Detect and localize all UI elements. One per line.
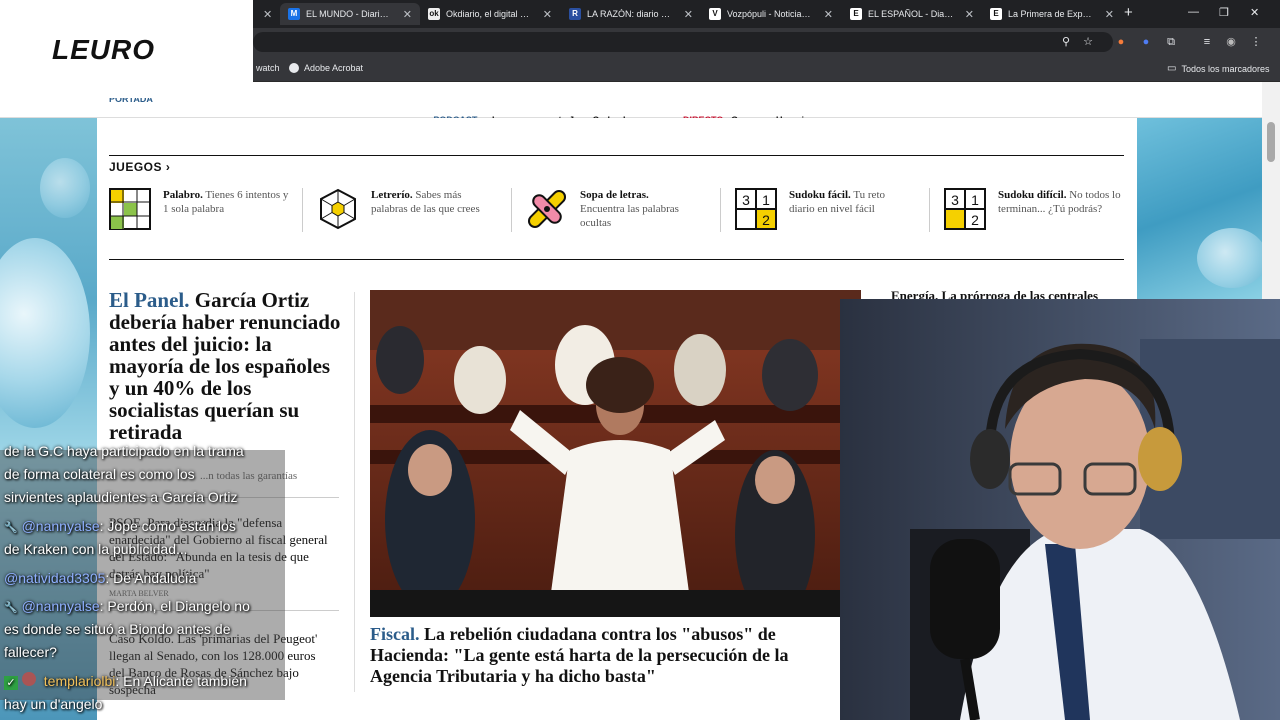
wrench-badge-icon: 🔧 xyxy=(4,602,18,614)
palabro-grid-icon xyxy=(109,188,151,230)
streamer-webcam-image xyxy=(840,299,1280,720)
column-divider xyxy=(354,292,355,692)
tab-el-mundo[interactable]: M EL MUNDO - Diario onlin ✕ xyxy=(280,3,420,25)
game-separator xyxy=(302,188,303,232)
game-letrerio[interactable]: Letrerío. Sabes más palabras de las que … xyxy=(317,188,517,232)
extension-icon[interactable]: ● xyxy=(1139,35,1153,49)
screen: M EL MUNDO - Diario onlin ✕ ok Okdiario,… xyxy=(0,0,1280,720)
url-field[interactable] xyxy=(253,32,1113,52)
chevron-right-icon: › xyxy=(165,160,171,174)
hero-photo[interactable] xyxy=(370,290,861,617)
chat-username: templariolbi xyxy=(43,673,116,689)
extension-icon[interactable]: ● xyxy=(1114,35,1128,49)
close-tab-icon[interactable]: ✕ xyxy=(1105,8,1114,21)
fish-image xyxy=(0,238,90,428)
window-close-icon[interactable]: ✕ xyxy=(1250,6,1259,19)
bookmark-watch[interactable]: watch xyxy=(256,63,280,73)
wrench-badge-icon: 🔧 xyxy=(4,522,18,534)
sudoku-icon: 3 1 2 xyxy=(944,188,986,230)
extensions-puzzle-icon[interactable]: ⧉ xyxy=(1164,35,1178,49)
hero-headline[interactable]: Fiscal. La rebelión ciudadana contra los… xyxy=(370,624,830,687)
checkmark-badge-icon: ✓ xyxy=(4,676,18,690)
webcam-feed xyxy=(840,299,1280,720)
close-tab-icon[interactable]: ✕ xyxy=(965,8,974,21)
panel-headline[interactable]: El Panel. García Ortiz debería haber ren… xyxy=(109,289,345,443)
el-espanol-favicon-icon: E xyxy=(850,8,862,20)
restore-icon[interactable]: ❐ xyxy=(1219,6,1229,19)
leuro-logo: LEURO xyxy=(52,34,155,65)
profile-avatar-icon[interactable]: ◉ xyxy=(1224,35,1238,49)
section-divider xyxy=(109,155,1124,156)
sudoku-digit: 2 xyxy=(762,212,770,228)
page-scrollbar[interactable] xyxy=(1262,82,1280,299)
sudoku-digit: 2 xyxy=(971,212,979,228)
sudoku-digit: 3 xyxy=(742,192,750,208)
chat-username: @nannyalse xyxy=(21,518,100,534)
chat-message: 🔧 @nannyalse: Perdón, el Diangelo no xyxy=(4,598,250,614)
game-separator xyxy=(929,188,930,232)
tab-la-razon[interactable]: R LA RAZÓN: diario de noti ✕ xyxy=(561,3,701,25)
vozpopuli-favicon-icon: V xyxy=(709,8,721,20)
sopa-de-letras-icon xyxy=(526,188,568,230)
section-divider xyxy=(109,259,1124,260)
user-avatar-icon xyxy=(21,672,36,686)
globe-icon xyxy=(289,63,299,73)
bookmark-star-icon[interactable]: ☆ xyxy=(1081,35,1095,49)
chat-message: de forma colateral es como los xyxy=(4,466,195,482)
game-sudoku-facil[interactable]: 3 1 2 Sudoku fácil. Tu reto diario en ni… xyxy=(735,188,935,232)
chat-message: 🔧 @nannyalse: Jope como están los xyxy=(4,518,236,534)
sudoku-digit: 1 xyxy=(762,192,770,208)
new-tab-icon[interactable]: + xyxy=(1124,4,1133,21)
zoom-icon[interactable]: ⚲ xyxy=(1059,35,1073,49)
letrerio-hexagon-icon xyxy=(317,188,359,230)
close-tab-icon[interactable]: ✕ xyxy=(543,8,552,21)
juegos-heading[interactable]: JUEGOS › xyxy=(109,160,170,174)
bookmark-adobe-acrobat[interactable]: Adobe Acrobat xyxy=(289,63,363,73)
game-separator xyxy=(511,188,512,232)
browser-menu-icon[interactable]: ⋮ xyxy=(1249,35,1263,49)
sudoku-digit: 3 xyxy=(951,192,959,208)
close-tab-icon[interactable]: ✕ xyxy=(684,8,693,21)
fish-image xyxy=(1197,228,1262,288)
fish-image xyxy=(40,158,90,218)
chat-username: @nannyalse xyxy=(21,598,100,614)
game-separator xyxy=(720,188,721,232)
parliament-photo-image xyxy=(370,290,861,617)
okdiario-favicon-icon: ok xyxy=(428,8,440,20)
chat-username: @natividad3305 xyxy=(4,570,106,586)
game-sopa-de-letras[interactable]: Sopa de letras. Encuentra las palabras oc… xyxy=(526,188,726,232)
media-control-icon[interactable]: ≡ xyxy=(1200,35,1214,49)
game-palabro[interactable]: Palabro. Tienes 6 intentos y 1 sola pala… xyxy=(109,188,309,232)
all-bookmarks-folder[interactable]: ▭ Todos los marcadores xyxy=(1167,63,1270,74)
chat-message: de Kraken con la publicidad... xyxy=(4,541,188,557)
chat-message: es donde se situó a Biondo antes de xyxy=(4,621,231,637)
close-tab-icon[interactable]: ✕ xyxy=(403,8,412,21)
tab-el-espanol[interactable]: E EL ESPAÑOL - Diario digi ✕ xyxy=(842,3,982,25)
tab-expansion[interactable]: E La Primera de Expansión ✕ xyxy=(982,3,1122,25)
close-previous-tab[interactable]: ✕ xyxy=(255,3,277,25)
chat-message: sirvientes aplaudientes a García Ortiz xyxy=(4,489,238,505)
background-fish-art-right xyxy=(1137,118,1262,299)
sudoku-digit: 1 xyxy=(971,192,979,208)
game-sudoku-dificil[interactable]: 3 1 2 Sudoku difícil. No todos lo termin… xyxy=(944,188,1144,232)
folder-icon: ▭ xyxy=(1167,63,1177,74)
chat-message: fallecer? xyxy=(4,644,57,660)
tab-okdiario[interactable]: ok Okdiario, el digital de Edu ✕ xyxy=(420,3,560,25)
tab-vozpopuli[interactable]: V Vozpópuli - Noticias de ú ✕ xyxy=(701,3,841,25)
minimize-icon[interactable]: — xyxy=(1188,6,1199,18)
expansion-favicon-icon: E xyxy=(990,8,1002,20)
chat-message: @natividad3305: De Andalucía xyxy=(4,570,197,586)
sudoku-icon: 3 1 2 xyxy=(735,188,777,230)
el-mundo-favicon-icon: M xyxy=(288,8,300,20)
chat-message: hay un d'angelo xyxy=(4,696,103,712)
chat-message: ✓ templariolbi: En Alicante también xyxy=(4,670,247,693)
scrollbar-thumb[interactable] xyxy=(1267,122,1275,162)
stream-logo-box: LEURO xyxy=(0,0,253,98)
close-tab-icon[interactable]: ✕ xyxy=(263,8,272,21)
chat-message: de la G.C haya participado en la trama xyxy=(4,443,244,459)
la-razon-favicon-icon: R xyxy=(569,8,581,20)
close-tab-icon[interactable]: ✕ xyxy=(824,8,833,21)
stream-chat-overlay: de la G.C haya participado en la trama d… xyxy=(0,440,290,720)
